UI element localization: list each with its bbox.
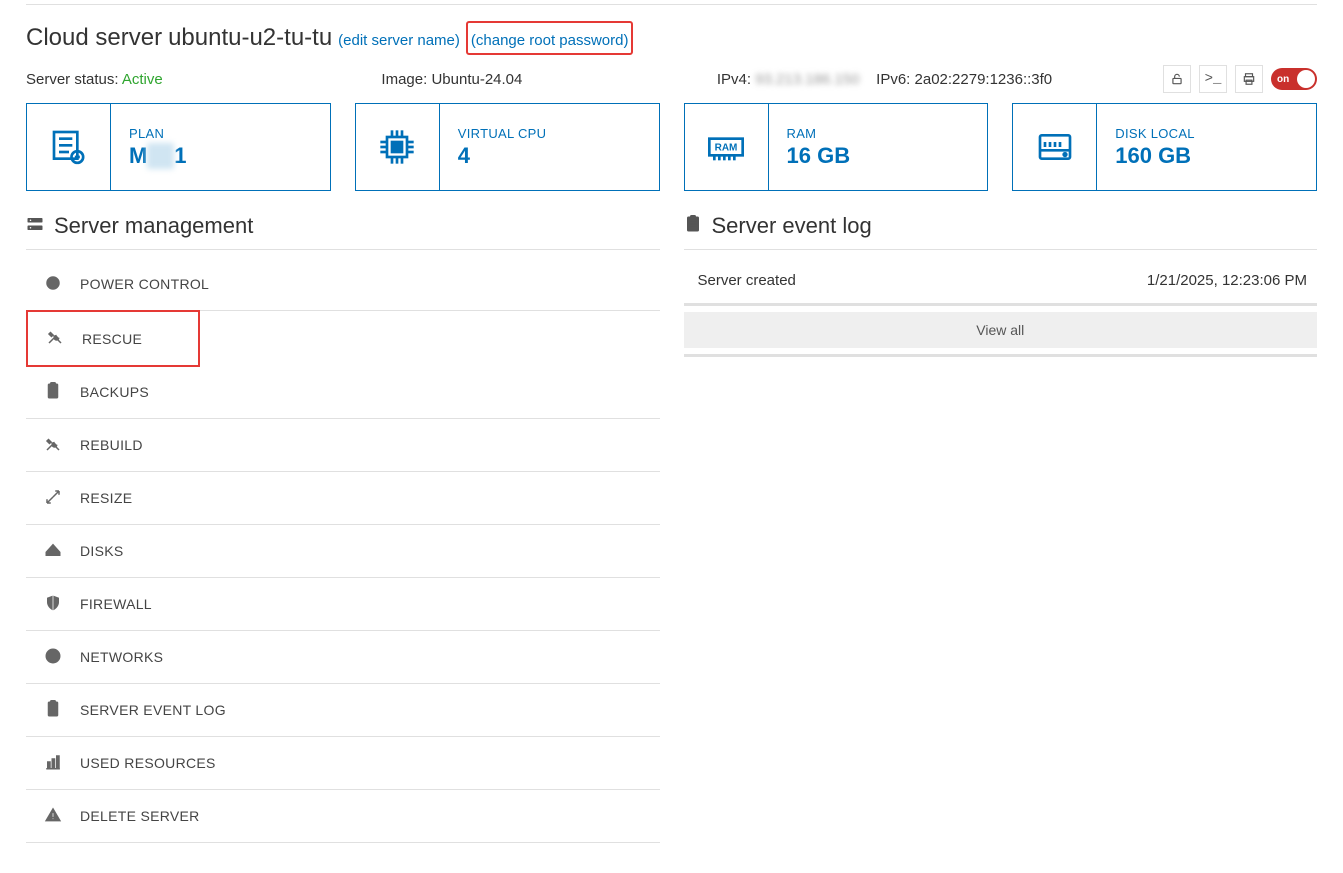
net-icon (44, 647, 62, 668)
console-icon: >_ (1205, 71, 1222, 87)
page-title: Cloud server ubuntu-u2-tu-tu (edit serve… (26, 21, 1317, 55)
mgmt-label: FIREWALL (80, 596, 152, 612)
event-row: Server created 1/21/2025, 12:23:06 PM (684, 258, 1318, 303)
stat-card-ram: RAM RAM 16 GB (684, 103, 989, 191)
change-root-password-link[interactable]: (change root password) (471, 32, 629, 49)
card-value: Mid-1 (129, 143, 186, 168)
event-separator-2 (684, 354, 1318, 357)
event-text: Server created (698, 272, 796, 289)
edit-server-name-link[interactable]: (edit server name) (338, 32, 460, 49)
card-key: DISK LOCAL (1115, 126, 1195, 141)
stat-cards: PLAN Mid-1 VIRTUAL CPU 4 RAM RAM 16 GB D… (26, 103, 1317, 191)
status-label: Server status: (26, 71, 122, 88)
power-toggle[interactable]: on (1271, 68, 1317, 90)
mgmt-label: BACKUPS (80, 384, 149, 400)
shield-icon (44, 594, 62, 615)
management-list: POWER CONTROL RESCUE BACKUPS REBUILD RESIZE D… (26, 258, 660, 843)
server-icon (26, 213, 44, 239)
title-prefix: Cloud server (26, 24, 162, 52)
mgmt-disks[interactable]: DISKS (26, 525, 660, 578)
card-key: VIRTUAL CPU (458, 126, 547, 141)
mgmt-rebuild[interactable]: REBUILD (26, 419, 660, 472)
warn-icon (44, 806, 62, 827)
clipboard-icon (684, 213, 702, 239)
toggle-knob (1297, 70, 1315, 88)
mgmt-server-event-log[interactable]: SERVER EVENT LOG (26, 684, 660, 737)
ipv6-label: IPv6: (876, 71, 914, 88)
server-management-title: Server management (54, 213, 253, 239)
chart-icon (44, 753, 62, 774)
mgmt-label: USED RESOURCES (80, 755, 216, 771)
plan-icon (27, 104, 111, 190)
ram-icon: RAM (685, 104, 769, 190)
mgmt-networks[interactable]: NETWORKS (26, 631, 660, 684)
mgmt-backups[interactable]: BACKUPS (26, 366, 660, 419)
mgmt-label: DISKS (80, 543, 124, 559)
stat-card-disk: DISK LOCAL 160 GB (1012, 103, 1317, 191)
clip-icon (44, 700, 62, 721)
view-all-button[interactable]: View all (684, 312, 1318, 348)
image-label: Image: (381, 71, 431, 88)
ipv4-value: 93.213.186.150 (755, 71, 859, 88)
event-log-title: Server event log (712, 213, 872, 239)
highlight-change-password: (change root password) (466, 21, 634, 55)
event-time: 1/21/2025, 12:23:06 PM (1147, 272, 1307, 289)
mgmt-power-control[interactable]: POWER CONTROL (26, 258, 660, 311)
stat-card-cpu: VIRTUAL CPU 4 (355, 103, 660, 191)
mgmt-label: DELETE SERVER (80, 808, 200, 824)
printer-icon-button[interactable] (1235, 65, 1263, 93)
svg-text:RAM: RAM (715, 142, 738, 153)
ipv6-value: 2a02:2279:1236::3f0 (915, 71, 1053, 88)
card-key: PLAN (129, 126, 186, 141)
mgmt-label: RESCUE (82, 331, 142, 347)
image-value: Ubuntu-24.04 (431, 71, 522, 88)
mgmt-resize[interactable]: RESIZE (26, 472, 660, 525)
clip-icon (44, 382, 62, 403)
events-container: Server created 1/21/2025, 12:23:06 PM (684, 258, 1318, 303)
mgmt-label: POWER CONTROL (80, 276, 209, 292)
stat-card-plan: PLAN Mid-1 (26, 103, 331, 191)
disk-icon (1013, 104, 1097, 190)
tools-icon (44, 435, 62, 456)
card-value: 4 (458, 143, 470, 168)
status-value: Active (122, 71, 163, 88)
server-name: ubuntu-u2-tu-tu (168, 24, 332, 52)
event-log-heading: Server event log (684, 213, 1318, 250)
power-icon (44, 274, 62, 295)
card-key: RAM (787, 126, 851, 141)
mgmt-label: SERVER EVENT LOG (80, 702, 226, 718)
mgmt-label: RESIZE (80, 490, 132, 506)
resize-icon (44, 488, 62, 509)
tools-icon (46, 328, 64, 349)
server-management-heading: Server management (26, 213, 660, 250)
disk2-icon (44, 541, 62, 562)
cpu-icon (356, 104, 440, 190)
card-value: 160 GB (1115, 143, 1191, 168)
toggle-label: on (1277, 74, 1289, 85)
console-icon-button[interactable]: >_ (1199, 65, 1227, 93)
mgmt-delete-server[interactable]: DELETE SERVER (26, 790, 660, 843)
lock-icon-button[interactable] (1163, 65, 1191, 93)
mgmt-rescue[interactable]: RESCUE (28, 312, 198, 365)
event-separator (684, 303, 1318, 306)
mgmt-label: REBUILD (80, 437, 143, 453)
mgmt-used-resources[interactable]: USED RESOURCES (26, 737, 660, 790)
server-info-row: Server status: Active Image: Ubuntu-24.0… (26, 65, 1317, 93)
mgmt-firewall[interactable]: FIREWALL (26, 578, 660, 631)
mgmt-label: NETWORKS (80, 649, 163, 665)
highlight-rescue: RESCUE (26, 310, 200, 367)
card-value: 16 GB (787, 143, 851, 168)
ipv4-label: IPv4: (717, 71, 755, 88)
